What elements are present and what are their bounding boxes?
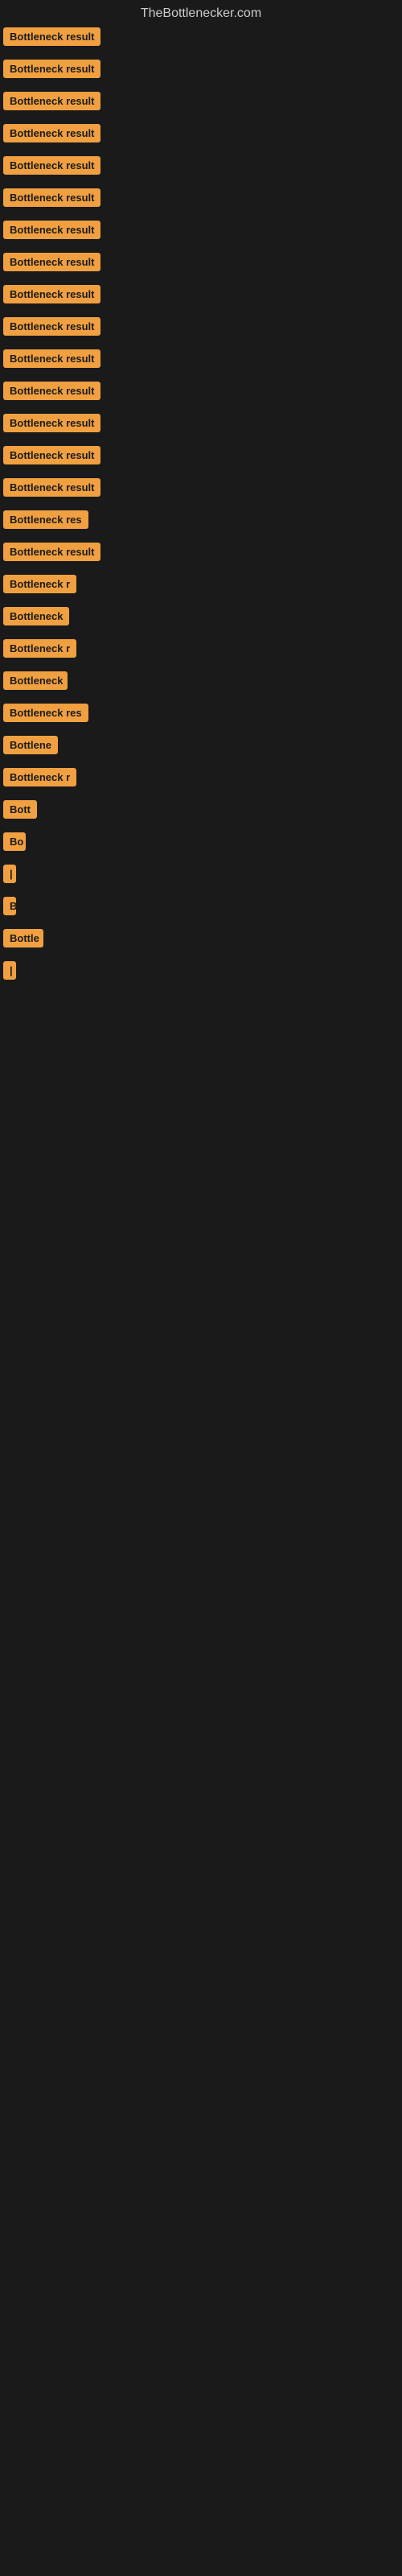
bottleneck-badge[interactable]: Bottleneck result (3, 478, 100, 497)
list-item: Bottleneck result (3, 349, 402, 372)
list-item: Bottleneck r (3, 639, 402, 662)
list-item: Bottleneck result (3, 543, 402, 565)
bottleneck-badge[interactable]: Bottleneck result (3, 382, 100, 400)
bottleneck-badge[interactable]: Bottle (3, 929, 43, 947)
list-item: Bottleneck result (3, 285, 402, 308)
list-item: Bott (3, 800, 402, 823)
list-item: | (3, 865, 402, 887)
bottleneck-badge[interactable]: | (3, 865, 16, 883)
list-item: Bottleneck (3, 607, 402, 630)
bottleneck-badge[interactable]: Bottleneck result (3, 446, 100, 464)
bottleneck-badge[interactable]: Bottlene (3, 736, 58, 754)
list-item: Bottlene (3, 736, 402, 758)
list-item: B (3, 897, 402, 919)
list-item: Bottleneck r (3, 575, 402, 597)
list-item: Bottleneck result (3, 382, 402, 404)
bottleneck-badge[interactable]: Bottleneck r (3, 575, 76, 593)
list-item: Bottleneck result (3, 156, 402, 179)
list-item: Bottleneck result (3, 124, 402, 147)
bottleneck-badge[interactable]: Bottleneck result (3, 221, 100, 239)
list-item: Bottleneck result (3, 414, 402, 436)
bottleneck-badge[interactable]: Bottleneck result (3, 60, 100, 78)
bottleneck-badge[interactable]: Bottleneck res (3, 704, 88, 722)
list-item: Bottleneck res (3, 510, 402, 533)
items-container: Bottleneck result Bottleneck result Bottle… (0, 24, 402, 1187)
bottleneck-badge[interactable]: Bottleneck result (3, 317, 100, 336)
bottleneck-badge[interactable]: Bottleneck result (3, 543, 100, 561)
bottleneck-badge[interactable]: Bottleneck res (3, 510, 88, 529)
list-item: Bo (3, 832, 402, 855)
bottleneck-badge[interactable]: Bott (3, 800, 37, 819)
list-item: Bottleneck (3, 671, 402, 694)
bottleneck-badge[interactable]: Bo (3, 832, 26, 851)
list-item: | (3, 961, 402, 984)
bottleneck-badge[interactable]: Bottleneck result (3, 285, 100, 303)
list-item: Bottleneck result (3, 446, 402, 469)
bottleneck-badge[interactable]: Bottleneck result (3, 27, 100, 46)
list-item: Bottleneck result (3, 60, 402, 82)
list-item: Bottleneck result (3, 478, 402, 501)
bottleneck-badge[interactable]: Bottleneck result (3, 414, 100, 432)
bottleneck-badge[interactable]: Bottleneck result (3, 92, 100, 110)
bottleneck-badge[interactable]: Bottleneck result (3, 253, 100, 271)
bottleneck-badge[interactable]: Bottleneck result (3, 349, 100, 368)
list-item: Bottleneck result (3, 221, 402, 243)
bottleneck-badge[interactable]: | (3, 961, 16, 980)
bottleneck-badge[interactable]: Bottleneck result (3, 124, 100, 142)
bottleneck-badge[interactable]: B (3, 897, 16, 915)
bottleneck-badge[interactable]: Bottleneck r (3, 768, 76, 786)
list-item: Bottleneck result (3, 188, 402, 211)
list-item: Bottleneck result (3, 253, 402, 275)
list-item: Bottleneck result (3, 92, 402, 114)
list-item: Bottleneck res (3, 704, 402, 726)
bottleneck-badge[interactable]: Bottleneck (3, 607, 69, 625)
site-title: TheBottlenecker.com (0, 0, 402, 24)
list-item: Bottleneck result (3, 27, 402, 50)
bottleneck-badge[interactable]: Bottleneck result (3, 156, 100, 175)
bottleneck-badge[interactable]: Bottleneck result (3, 188, 100, 207)
list-item: Bottleneck result (3, 317, 402, 340)
list-item: Bottleneck r (3, 768, 402, 791)
bottleneck-badge[interactable]: Bottleneck r (3, 639, 76, 658)
list-item: Bottle (3, 929, 402, 952)
bottleneck-badge[interactable]: Bottleneck (3, 671, 68, 690)
